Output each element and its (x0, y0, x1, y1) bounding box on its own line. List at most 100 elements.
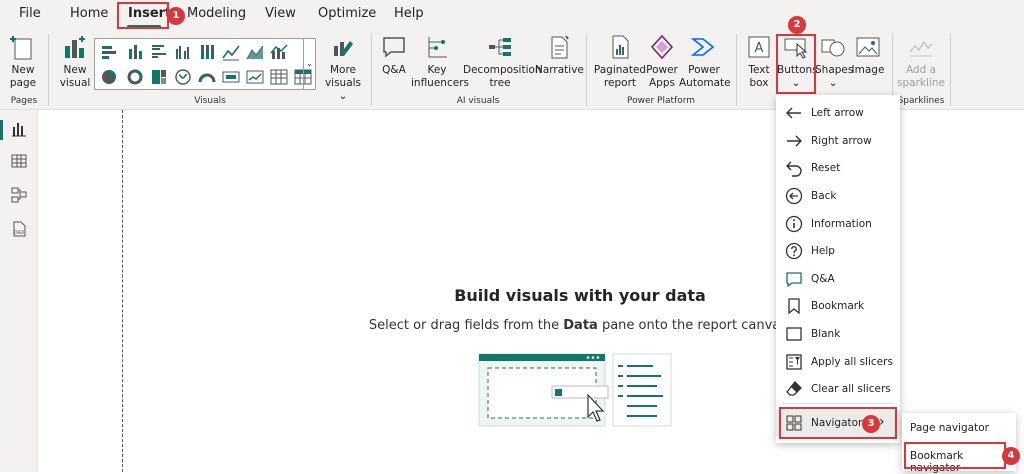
image-button[interactable]: Image (851, 30, 885, 77)
help-icon (785, 242, 803, 260)
ribbon-separator (736, 34, 737, 106)
new-page-label-2: page (9, 77, 37, 89)
menu-item-help[interactable]: Help (776, 238, 900, 265)
menu-item-reset[interactable]: Reset (776, 155, 900, 182)
subtitle-text-post: pane onto the report canvas. (597, 318, 792, 333)
report-view-icon[interactable] (10, 120, 28, 138)
sparkline-icon (909, 40, 933, 57)
paginated-report-label-2: report (603, 77, 637, 89)
canvas-boundary (122, 110, 123, 472)
group-label-sparklines: Sparklines (897, 96, 945, 106)
line-column-chart-icon[interactable] (270, 43, 288, 61)
qa-icon (786, 272, 802, 288)
more-visuals-button[interactable]: More visuals ⌄ (320, 30, 366, 103)
add-sparkline-label-2: sparkline (897, 77, 945, 89)
svg-text:A: A (755, 41, 764, 56)
power-apps-icon (650, 34, 674, 60)
kpi-icon[interactable] (246, 68, 264, 86)
menu-item-information[interactable]: Information (776, 211, 900, 238)
narrative-button[interactable]: Narrative (535, 30, 584, 77)
add-sparkline-button[interactable]: Add a sparkline (895, 30, 947, 90)
paginated-report-icon (612, 35, 629, 59)
menu-item-label: Q&A (811, 273, 835, 285)
stacked-bar-chart-icon[interactable] (100, 43, 118, 61)
new-visual-icon (65, 36, 85, 58)
menu-divider (782, 403, 894, 404)
menu-item-right-arrow[interactable]: Right arrow (776, 128, 900, 155)
stacked-column-chart-icon[interactable] (126, 43, 144, 61)
menu-item-label: Bookmark (811, 300, 865, 312)
paginated-report-button[interactable]: Paginated report (593, 30, 647, 90)
information-icon (785, 215, 803, 233)
menu-item-back[interactable]: Back (776, 183, 900, 210)
annotation-box-insert (117, 2, 169, 29)
menu-item-label: Help (811, 245, 835, 257)
gauge-icon[interactable] (198, 68, 216, 86)
dax-query-view-icon[interactable]: DAX (10, 220, 28, 238)
menu-item-label: Blank (811, 328, 841, 340)
power-apps-button[interactable]: Power Apps (645, 30, 679, 90)
menu-optimize[interactable]: Optimize (318, 6, 376, 21)
menu-item-label: Right arrow (811, 135, 872, 147)
new-page-icon (10, 36, 32, 60)
new-visual-label-2: visual (59, 77, 91, 89)
menu-item-label: Clear all slicers (811, 383, 891, 395)
card-icon[interactable] (222, 68, 240, 86)
qa-label: Q&A (382, 64, 406, 76)
narrative-icon (551, 35, 569, 59)
key-influencers-label-2: influencers (411, 77, 469, 89)
annotation-box-bookmark-navigator (904, 442, 1006, 469)
decomposition-tree-label-1: Decomposition (463, 64, 542, 76)
menu-item-label: Reset (811, 162, 841, 174)
menu-item-clear-all-slicers[interactable]: Clear all slicers (776, 376, 900, 403)
menu-item-left-arrow[interactable]: Left arrow (776, 100, 900, 127)
menu-file[interactable]: File (19, 6, 41, 21)
table-icon[interactable] (270, 68, 288, 86)
shapes-button[interactable]: Shapes ⌄ (815, 30, 853, 90)
model-view-icon[interactable] (10, 186, 28, 204)
gallery-expand-chevron-icon[interactable]: ⌄ (303, 39, 315, 89)
donut-chart-icon[interactable] (126, 68, 144, 86)
menu-help[interactable]: Help (394, 6, 424, 21)
100-percent-column-chart-icon[interactable] (198, 43, 216, 61)
text-box-label-1: Text (748, 64, 770, 76)
group-label-pages: Pages (10, 96, 38, 106)
menu-item-page-navigator[interactable]: Page navigator (902, 415, 1016, 441)
area-chart-icon[interactable] (246, 43, 264, 61)
pie-chart-icon[interactable] (100, 68, 118, 86)
key-influencers-button[interactable]: Key influencers (411, 30, 469, 90)
empty-canvas-title: Build visuals with your data (454, 286, 706, 305)
text-box-button[interactable]: A Text box (743, 30, 775, 90)
step-badge-1: 1 (167, 7, 185, 25)
new-visual-button[interactable]: New visual (55, 30, 95, 90)
menu-item-bookmark[interactable]: Bookmark (776, 293, 900, 320)
image-icon (856, 37, 880, 57)
new-page-button[interactable]: New page (4, 30, 42, 90)
power-automate-button[interactable]: Power Automate (679, 30, 731, 90)
power-automate-label-2: Automate (679, 77, 731, 89)
map-icon[interactable] (174, 68, 192, 86)
clustered-column-chart-icon[interactable] (174, 43, 192, 61)
clustered-bar-chart-icon[interactable] (150, 43, 168, 61)
text-box-icon: A (748, 36, 770, 58)
qa-button[interactable]: Q&A (377, 30, 411, 77)
shapes-icon (821, 39, 845, 57)
step-badge-4: 4 (1002, 447, 1020, 465)
empty-canvas-subtitle: Select or drag fields from the Data pane… (330, 318, 830, 333)
menu-modeling[interactable]: Modeling (187, 6, 246, 21)
reset-icon (786, 161, 802, 177)
menu-view[interactable]: View (265, 6, 296, 21)
chevron-down-icon: ⌄ (828, 77, 838, 89)
text-box-label-2: box (749, 77, 769, 89)
menu-item-blank[interactable]: Blank (776, 321, 900, 348)
table-view-icon[interactable] (10, 152, 28, 170)
menu-home[interactable]: Home (70, 6, 108, 21)
decomposition-tree-button[interactable]: Decomposition tree (463, 30, 542, 90)
power-apps-label-2: Apps (649, 77, 675, 89)
buttons-dropdown-menu: Left arrow Right arrow Reset Back Inform… (776, 95, 900, 443)
menu-item-apply-all-slicers[interactable]: Apply all slicers (776, 349, 900, 376)
menu-item-qa[interactable]: Q&A (776, 266, 900, 293)
visuals-gallery[interactable]: ⌄ (94, 38, 316, 90)
treemap-icon[interactable] (150, 68, 168, 86)
line-chart-icon[interactable] (222, 43, 240, 61)
